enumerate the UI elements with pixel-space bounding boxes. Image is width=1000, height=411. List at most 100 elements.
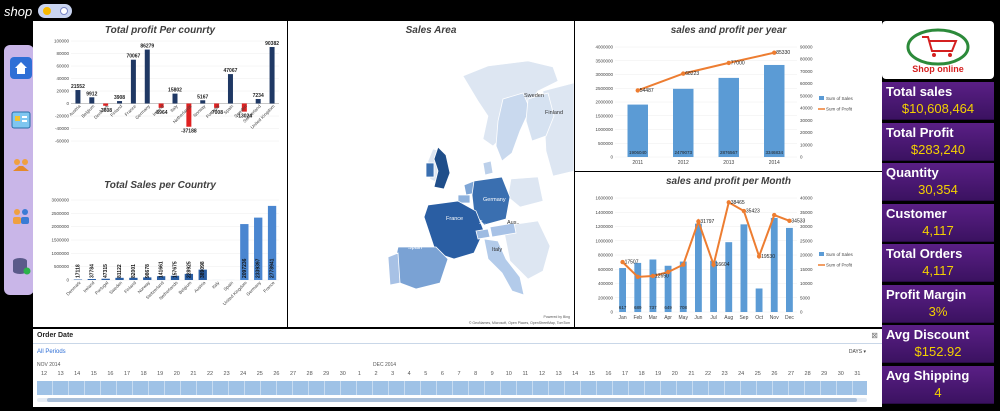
map-label-austria: Aus.. bbox=[507, 220, 520, 226]
day-label[interactable]: 24 bbox=[734, 371, 748, 377]
map-region-portugal bbox=[387, 252, 401, 286]
y-right-tick-label: 20000 bbox=[800, 253, 813, 258]
sales-area-map-panel[interactable]: Sales Area Sweden Finland Germany France… bbox=[288, 21, 574, 327]
sales-data-label: 708 bbox=[679, 305, 687, 310]
data-label: 17118 bbox=[75, 264, 81, 278]
day-label[interactable]: 26 bbox=[767, 371, 781, 377]
day-label[interactable]: 18 bbox=[635, 371, 649, 377]
y-right-tick-label: 80000 bbox=[800, 57, 813, 62]
data-label: 47315 bbox=[103, 264, 109, 278]
day-label[interactable]: 26 bbox=[269, 371, 283, 377]
day-label[interactable]: 24 bbox=[236, 371, 250, 377]
day-label[interactable]: 25 bbox=[253, 371, 267, 377]
day-label[interactable]: 31 bbox=[850, 371, 864, 377]
order-date-timeline[interactable]: Order Date ⊠ All Periods DAYS ▾ NOV 2014… bbox=[33, 329, 882, 407]
day-label[interactable]: 14 bbox=[70, 371, 84, 377]
y-right-tick-label: 10000 bbox=[800, 142, 813, 147]
day-label[interactable]: 20 bbox=[668, 371, 682, 377]
day-label[interactable]: 28 bbox=[303, 371, 317, 377]
day-label[interactable]: 12 bbox=[37, 371, 51, 377]
sales-bar bbox=[718, 77, 739, 157]
people-nav-button[interactable] bbox=[10, 205, 32, 227]
day-label[interactable]: 15 bbox=[585, 371, 599, 377]
day-label[interactable]: 7 bbox=[452, 371, 466, 377]
day-label[interactable]: 30 bbox=[834, 371, 848, 377]
home-nav-button[interactable] bbox=[10, 57, 32, 79]
day-labels: 12 13 14 15 16 17 18 19 20 21 22 23 24 25 26 27 28 29 30 1 2… bbox=[33, 371, 882, 379]
day-label[interactable]: 20 bbox=[170, 371, 184, 377]
map-label-france: France bbox=[446, 216, 463, 222]
day-label[interactable]: 8 bbox=[469, 371, 483, 377]
europe-map[interactable]: Sweden Finland Germany France Spain Ital… bbox=[288, 21, 574, 327]
time-unit-select[interactable]: DAYS ▾ bbox=[849, 349, 866, 355]
day-label[interactable]: 13 bbox=[552, 371, 566, 377]
day-label[interactable]: 21 bbox=[684, 371, 698, 377]
day-label[interactable]: 6 bbox=[435, 371, 449, 377]
kpi-value: 3% bbox=[928, 303, 948, 319]
day-label[interactable]: 16 bbox=[601, 371, 615, 377]
all-periods-link[interactable]: All Periods bbox=[37, 349, 66, 355]
y-right-tick-label: 30000 bbox=[800, 118, 813, 123]
day-label[interactable]: 16 bbox=[103, 371, 117, 377]
profit-bar bbox=[227, 74, 233, 104]
day-label[interactable]: 23 bbox=[718, 371, 732, 377]
day-label[interactable]: 27 bbox=[286, 371, 300, 377]
day-label[interactable]: 29 bbox=[319, 371, 333, 377]
day-label[interactable]: 21 bbox=[186, 371, 200, 377]
kpi-card-4: Total Orders 4,117 bbox=[882, 244, 994, 282]
database-nav-button[interactable] bbox=[10, 255, 32, 277]
day-label[interactable]: 9 bbox=[485, 371, 499, 377]
timeline-title: Order Date bbox=[37, 332, 74, 339]
day-label[interactable]: 25 bbox=[751, 371, 765, 377]
x-tick-label: Portugal bbox=[94, 280, 109, 295]
timeline-selected-range[interactable] bbox=[37, 381, 867, 395]
x-tick-label: Spain bbox=[222, 103, 234, 115]
data-label: 7234 bbox=[253, 93, 264, 99]
day-label[interactable]: 13 bbox=[54, 371, 68, 377]
day-label[interactable]: 22 bbox=[701, 371, 715, 377]
day-label[interactable]: 23 bbox=[220, 371, 234, 377]
day-label[interactable]: 2 bbox=[369, 371, 383, 377]
day-label[interactable]: 15 bbox=[87, 371, 101, 377]
day-label[interactable]: 3 bbox=[386, 371, 400, 377]
day-label[interactable]: 28 bbox=[801, 371, 815, 377]
clear-filter-icon[interactable]: ⊠ bbox=[871, 331, 878, 340]
day-label[interactable]: 19 bbox=[651, 371, 665, 377]
x-tick-label: Spain bbox=[222, 280, 234, 292]
day-label[interactable]: 17 bbox=[618, 371, 632, 377]
day-label[interactable]: 14 bbox=[568, 371, 582, 377]
day-label[interactable]: 1 bbox=[352, 371, 366, 377]
handshake-nav-button[interactable] bbox=[10, 155, 32, 177]
x-tick-label: Apr bbox=[664, 315, 672, 321]
day-label[interactable]: 27 bbox=[784, 371, 798, 377]
sales-bar bbox=[740, 224, 748, 312]
x-tick-label: Sweden bbox=[108, 280, 123, 295]
data-label: 5167 bbox=[197, 94, 208, 100]
report-nav-button[interactable] bbox=[10, 109, 32, 131]
sales-data-label: 649 bbox=[664, 305, 672, 310]
kpi-label: Avg Shipping bbox=[886, 367, 970, 383]
timeline-scrollbar[interactable] bbox=[37, 398, 867, 402]
scrollbar-thumb[interactable] bbox=[47, 398, 857, 402]
y-tick-label: 500000 bbox=[54, 264, 70, 269]
day-label[interactable]: 30 bbox=[336, 371, 350, 377]
day-label[interactable]: 19 bbox=[153, 371, 167, 377]
x-tick-label: Mar bbox=[649, 315, 658, 321]
day-label[interactable]: 18 bbox=[137, 371, 151, 377]
day-label[interactable]: 12 bbox=[535, 371, 549, 377]
day-label[interactable]: 11 bbox=[518, 371, 532, 377]
data-label: 3908 bbox=[114, 95, 125, 101]
sales-data-label: 737 bbox=[649, 305, 657, 310]
day-label[interactable]: 17 bbox=[120, 371, 134, 377]
day-label[interactable]: 5 bbox=[419, 371, 433, 377]
moon-icon bbox=[59, 7, 68, 15]
day-label[interactable]: 22 bbox=[203, 371, 217, 377]
day-label[interactable]: 10 bbox=[502, 371, 516, 377]
day-label[interactable]: 4 bbox=[402, 371, 416, 377]
month-label-dec: DEC 2014 bbox=[373, 362, 397, 368]
profit-line bbox=[637, 51, 775, 92]
timeline-divider bbox=[33, 343, 882, 344]
theme-toggle[interactable] bbox=[38, 4, 73, 18]
y-tick-label: 40000 bbox=[56, 76, 69, 81]
day-label[interactable]: 29 bbox=[817, 371, 831, 377]
